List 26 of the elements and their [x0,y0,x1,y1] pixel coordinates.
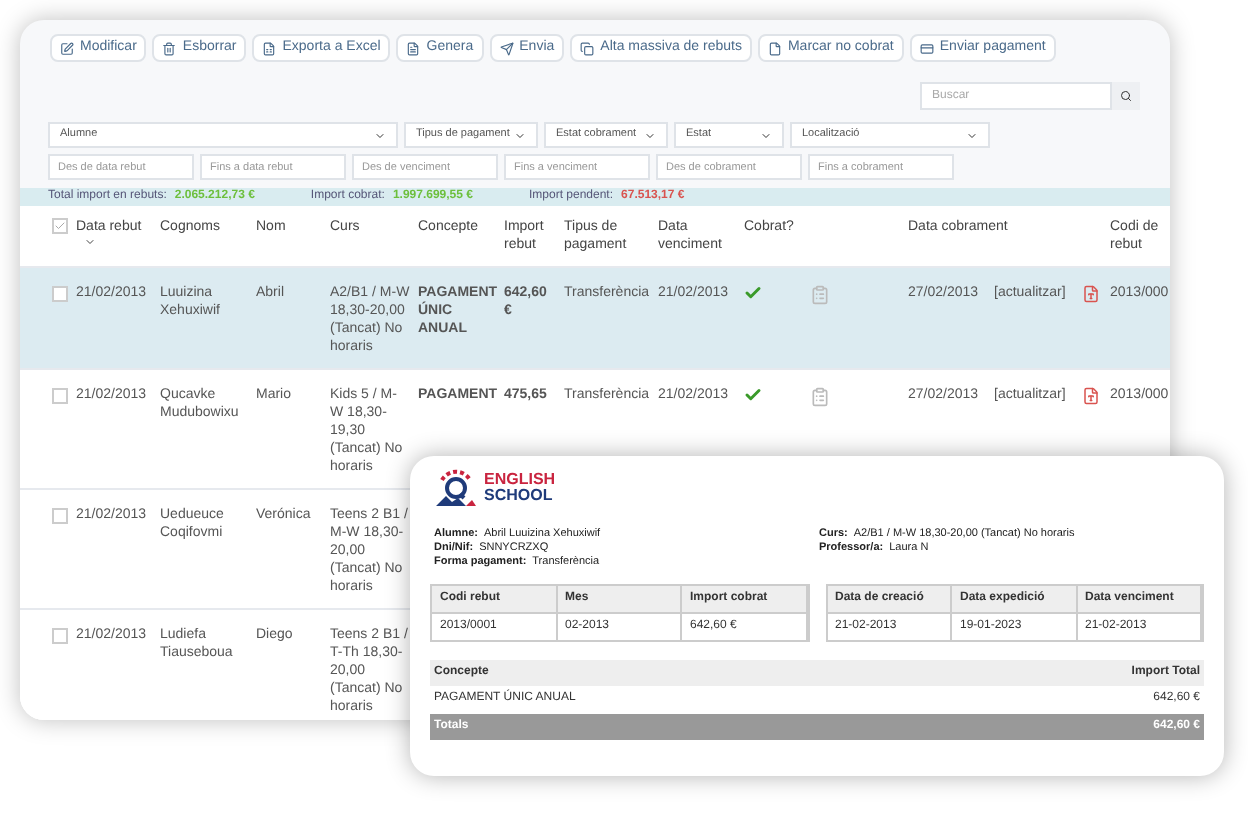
chevron-down-icon [644,129,656,141]
search-icon [1120,90,1132,102]
logo-icon [434,468,478,508]
document-icon [406,41,421,55]
logo-text: ENGLISH [484,472,556,488]
row-checkbox[interactable] [52,508,68,524]
search-button[interactable] [1112,82,1140,110]
chevron-down-icon [374,129,386,141]
trash-icon [162,41,177,55]
clipboard-icon[interactable] [810,386,830,408]
chevron-down-icon [514,129,526,141]
pencil-icon [60,41,74,55]
row-checkbox[interactable] [52,628,68,644]
clipboard-icon[interactable] [810,284,830,306]
chevron-down-icon [760,129,772,141]
document-icon [767,41,782,55]
select-all-icon[interactable] [52,218,68,234]
card-icon [919,41,934,55]
send-icon [499,41,514,55]
copy-icon [580,41,595,55]
row-checkbox[interactable] [52,388,68,404]
sort-icon[interactable] [84,236,96,248]
logo-text: SCHOOL [484,488,555,504]
spreadsheet-icon [262,41,277,55]
chevron-down-icon [966,129,978,141]
row-checkbox[interactable] [52,286,68,302]
